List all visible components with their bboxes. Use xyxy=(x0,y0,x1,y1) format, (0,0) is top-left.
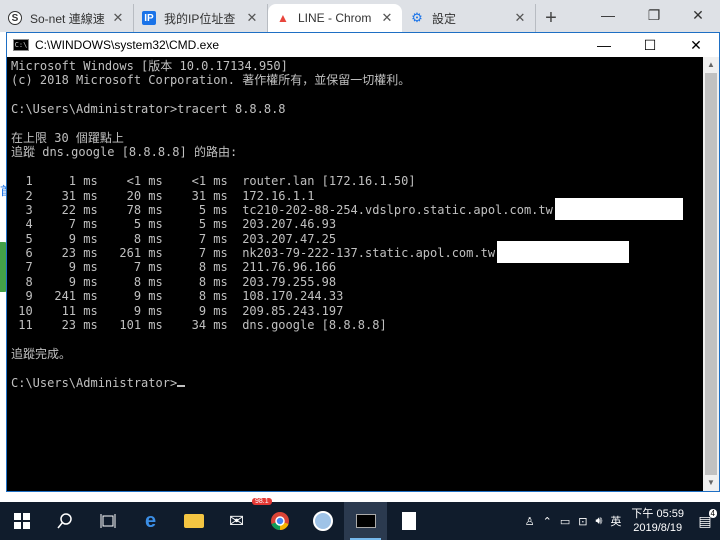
tab-label: So-net 連線速 xyxy=(30,11,105,26)
cmd-titlebar[interactable]: C:\ C:\WINDOWS\system32\CMD.exe — ☐ ✕ xyxy=(7,33,719,57)
tab-label: 我的IP位址查 xyxy=(164,11,236,26)
prompt-text: C:\Users\Administrator> xyxy=(11,375,178,390)
gear-icon: ⚙ xyxy=(411,10,423,25)
cmd-title: C:\WINDOWS\system32\CMD.exe xyxy=(35,38,220,52)
text-cursor xyxy=(177,384,186,387)
console-line: 在上限 30 個躍點上 xyxy=(11,130,124,145)
document-icon xyxy=(401,512,416,530)
notification-count: 4 xyxy=(708,508,717,518)
sonet-favicon-icon: S xyxy=(8,11,22,25)
console-line: 9 241 ms 9 ms 8 ms 108.170.244.33 xyxy=(11,289,344,304)
tab-myip[interactable]: IP 我的IP位址查 ✕ xyxy=(134,4,268,32)
browser-restore-button[interactable]: ❐ xyxy=(631,0,677,30)
desktop: S So-net 連線速 ✕ IP 我的IP位址查 ✕ ▲ LINE - Chr… xyxy=(0,0,720,540)
close-button[interactable]: ✕ xyxy=(673,33,719,57)
console-line: 11 23 ms 101 ms 34 ms dns.google [8.8.8.… xyxy=(11,318,387,333)
tab-label: LINE - Chrom xyxy=(298,11,372,25)
close-icon[interactable]: ✕ xyxy=(245,10,259,26)
browser-close-button[interactable]: ✕ xyxy=(675,0,720,30)
clock-time: 下午 05:59 xyxy=(631,508,684,520)
taskbar-app[interactable] xyxy=(301,502,344,540)
redaction-box xyxy=(497,241,629,263)
close-icon[interactable]: ✕ xyxy=(380,10,394,26)
new-tab-button[interactable]: + xyxy=(536,4,566,32)
action-center-button[interactable]: ▤ 4 xyxy=(690,508,720,530)
people-icon[interactable]: ♙ xyxy=(521,515,539,528)
console-line: C:\Users\Administrator>tracert 8.8.8.8 xyxy=(11,102,286,117)
console-line: Microsoft Windows [版本 10.0.17134.950] xyxy=(11,59,288,73)
maximize-button[interactable]: ☐ xyxy=(627,33,673,57)
vertical-scrollbar[interactable]: ▲ ▼ xyxy=(703,57,719,491)
ip-favicon-icon: IP xyxy=(142,11,156,25)
cmd-window[interactable]: C:\ C:\WINDOWS\system32\CMD.exe — ☐ ✕ Mi… xyxy=(6,32,720,492)
search-icon xyxy=(56,513,72,529)
tab-sonet[interactable]: S So-net 連線速 ✕ xyxy=(0,4,134,32)
console-icon xyxy=(355,514,376,528)
task-view-button[interactable] xyxy=(86,502,129,540)
tab-line[interactable]: ▲ LINE - Chrom ✕ xyxy=(268,4,402,32)
edge-icon: e xyxy=(144,509,157,532)
console-output[interactable]: Microsoft Windows [版本 10.0.17134.950] (c)… xyxy=(7,57,703,491)
system-tray: ♙ ⌃ ▭ ⊡ 🔊︎ 英 下午 05:59 2019/8/19 ▤ 4 xyxy=(521,502,720,540)
redaction-box xyxy=(555,198,683,220)
windows-logo-icon xyxy=(13,513,30,529)
taskbar-document[interactable] xyxy=(387,502,430,540)
tab-settings[interactable]: ⚙ 設定 ✕ xyxy=(402,4,536,32)
task-view-icon xyxy=(100,514,115,528)
network-icon[interactable]: ⊡ xyxy=(574,515,591,528)
taskbar-explorer[interactable] xyxy=(172,502,215,540)
search-button[interactable] xyxy=(43,502,86,540)
start-button[interactable] xyxy=(0,502,43,540)
console-line: 1 1 ms <1 ms <1 ms router.lan [172.16.1.… xyxy=(11,174,416,189)
tab-label: 設定 xyxy=(432,11,457,26)
scrollbar-thumb[interactable] xyxy=(705,73,717,475)
scroll-up-icon[interactable]: ▲ xyxy=(703,57,719,73)
taskbar-cmd[interactable] xyxy=(344,502,387,540)
chevron-up-icon[interactable]: ⌃ xyxy=(539,515,556,528)
battery-icon[interactable]: ▭ xyxy=(556,515,574,528)
close-icon[interactable]: ✕ xyxy=(111,10,125,26)
notification-badge: 98.1 xyxy=(252,498,272,505)
console-icon: C:\ xyxy=(13,39,29,51)
console-line: C:\Users\Administrator> xyxy=(11,376,703,390)
taskbar: e ✉ 98.1 ♙ ⌃ ▭ ⊡ 🔊︎ 英 下午 05:59 2019/8/19… xyxy=(0,498,720,540)
line-favicon-icon: ▲ xyxy=(277,11,289,25)
clock-date: 2019/8/19 xyxy=(633,522,683,534)
minimize-button[interactable]: — xyxy=(581,33,627,57)
console-line: 10 11 ms 9 ms 9 ms 209.85.243.197 xyxy=(11,303,344,318)
console-line: (c) 2018 Microsoft Corporation. 著作權所有，並保… xyxy=(11,73,411,88)
chrome-icon xyxy=(270,512,289,530)
console-line: 8 9 ms 8 ms 8 ms 203.79.255.98 xyxy=(11,274,337,289)
scroll-down-icon[interactable]: ▼ xyxy=(703,475,719,491)
mail-icon: ✉ xyxy=(228,510,245,531)
taskbar-edge[interactable]: e xyxy=(129,502,172,540)
taskbar-chrome[interactable]: 98.1 xyxy=(252,498,301,540)
clock[interactable]: 下午 05:59 2019/8/19 xyxy=(625,507,690,535)
folder-icon xyxy=(183,514,204,528)
console-line: 追蹤 dns.google [8.8.8.8] 的路由: xyxy=(11,145,238,160)
browser-minimize-button[interactable]: — xyxy=(585,0,631,30)
ime-indicator[interactable]: 英 xyxy=(606,513,625,529)
taskbar-mail[interactable]: ✉ xyxy=(215,502,258,540)
console-line: 追蹤完成。 xyxy=(11,346,72,361)
volume-icon[interactable]: 🔊︎ xyxy=(591,515,606,528)
globe-icon xyxy=(312,511,333,531)
close-icon[interactable]: ✕ xyxy=(513,10,527,26)
